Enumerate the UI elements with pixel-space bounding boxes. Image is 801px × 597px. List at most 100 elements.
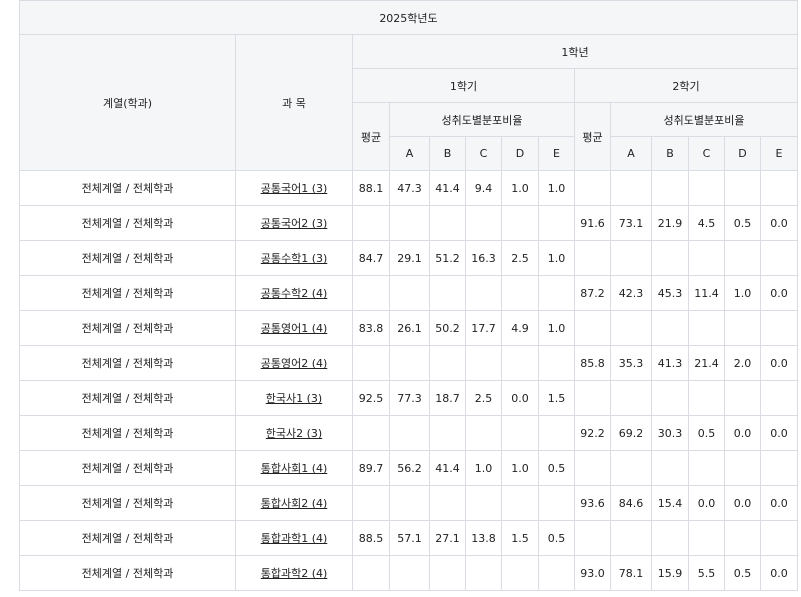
semester2-distribution-cell	[610, 170, 652, 206]
table-body: 전체계열 / 전체학과 공통국어1 (3) 88.1 47.3 41.4 9.4 1.0 1.…	[19, 170, 798, 591]
track-cell: 전체계열 / 전체학과	[19, 205, 236, 241]
semester1-distribution-cell: 50.2	[429, 310, 466, 346]
semester2-distribution-cell	[651, 170, 689, 206]
semester1-letter-header: B	[429, 136, 466, 171]
semester2-distribution-cell: 35.3	[610, 345, 652, 381]
semester2-distribution-cell: 15.9	[651, 555, 689, 591]
semester2-average-cell	[574, 450, 611, 486]
semester2-average-cell	[574, 310, 611, 346]
semester2-distribution-cell	[651, 240, 689, 276]
subject-link[interactable]: 한국사2 (3)	[266, 427, 322, 440]
track-cell: 전체계열 / 전체학과	[19, 345, 236, 381]
subject-link[interactable]: 공통국어1 (3)	[261, 182, 328, 195]
subject-cell: 통합사회2 (4)	[235, 485, 353, 521]
semester1-average-cell	[352, 205, 390, 241]
semester2-average-cell	[574, 240, 611, 276]
semester2-distribution-header: 성취도별분포비율	[610, 102, 798, 137]
semester2-distribution-cell: 15.4	[651, 485, 689, 521]
semester1-distribution-cell: 47.3	[389, 170, 430, 206]
subject-link[interactable]: 공통영어1 (4)	[261, 322, 328, 335]
semester1-distribution-cell: 4.9	[501, 310, 539, 346]
semester2-distribution-cell: 0.5	[724, 555, 761, 591]
subject-cell: 통합사회1 (4)	[235, 450, 353, 486]
table-row: 전체계열 / 전체학과 통합사회1 (4) 89.7 56.2 41.4 1.0 1.0 0.…	[19, 450, 798, 486]
semester1-distribution-cell: 41.4	[429, 170, 466, 206]
subject-link[interactable]: 공통국어2 (3)	[261, 217, 328, 230]
semester2-letter-header: B	[651, 136, 689, 171]
semester1-distribution-cell	[501, 415, 539, 451]
semester2-distribution-cell: 0.0	[760, 485, 798, 521]
semester1-distribution-cell	[389, 275, 430, 311]
semester2-distribution-cell	[610, 450, 652, 486]
subject-column-header: 과 목	[235, 34, 353, 171]
semester2-distribution-cell	[724, 520, 761, 556]
track-column-header: 계열(학과)	[19, 34, 236, 171]
semester1-distribution-cell: 77.3	[389, 380, 430, 416]
subject-link[interactable]: 한국사1 (3)	[266, 392, 322, 405]
subject-link[interactable]: 공통수학1 (3)	[261, 252, 328, 265]
track-cell: 전체계열 / 전체학과	[19, 310, 236, 346]
semester2-average-cell	[574, 380, 611, 416]
semester2-distribution-cell	[724, 240, 761, 276]
semester2-average-cell	[574, 520, 611, 556]
semester2-distribution-cell: 0.0	[760, 345, 798, 381]
semester1-distribution-cell	[538, 485, 575, 521]
table-row: 전체계열 / 전체학과 공통영어1 (4) 83.8 26.1 50.2 17.7 4.9 1…	[19, 310, 798, 346]
semester2-distribution-cell	[688, 520, 725, 556]
semester2-letter-header: C	[688, 136, 725, 171]
semester2-distribution-cell: 0.0	[760, 555, 798, 591]
table-row: 전체계열 / 전체학과 통합과학2 (4) 93.0 78.1 15.9 5.5 0.5 0.…	[19, 555, 798, 591]
semester2-average-header: 평균	[574, 102, 611, 171]
subject-cell: 공통국어1 (3)	[235, 170, 353, 206]
table-row: 전체계열 / 전체학과 공통수학2 (4) 87.2 42.3 45.3 11.4 1.0 0…	[19, 275, 798, 311]
semester1-distribution-cell: 1.0	[538, 310, 575, 346]
table-row: 전체계열 / 전체학과 한국사2 (3) 92.2 69.2 30.3 0.5 0.0 0.0	[19, 415, 798, 451]
semester2-distribution-cell	[651, 310, 689, 346]
semester2-distribution-cell: 11.4	[688, 275, 725, 311]
semester1-distribution-cell: 56.2	[389, 450, 430, 486]
semester2-distribution-cell: 45.3	[651, 275, 689, 311]
semester1-distribution-cell	[465, 345, 502, 381]
semester2-distribution-cell: 4.5	[688, 205, 725, 241]
subject-cell: 공통수학1 (3)	[235, 240, 353, 276]
semester1-distribution-cell	[429, 555, 466, 591]
subject-link[interactable]: 통합과학1 (4)	[261, 532, 328, 545]
semester2-distribution-cell	[724, 450, 761, 486]
table-row: 전체계열 / 전체학과 통합사회2 (4) 93.6 84.6 15.4 0.0 0.0 0.…	[19, 485, 798, 521]
semester1-average-cell	[352, 555, 390, 591]
semester1-average-cell	[352, 485, 390, 521]
track-cell: 전체계열 / 전체학과	[19, 450, 236, 486]
semester1-distribution-cell	[389, 555, 430, 591]
subject-cell: 공통수학2 (4)	[235, 275, 353, 311]
track-cell: 전체계열 / 전체학과	[19, 520, 236, 556]
semester2-distribution-cell: 73.1	[610, 205, 652, 241]
semester2-distribution-cell	[688, 310, 725, 346]
semester1-distribution-cell: 1.0	[538, 170, 575, 206]
semester2-distribution-cell: 42.3	[610, 275, 652, 311]
subject-link[interactable]: 공통영어2 (4)	[261, 357, 328, 370]
semester2-letter-header: A	[610, 136, 652, 171]
semester1-distribution-cell: 41.4	[429, 450, 466, 486]
semester1-distribution-cell	[429, 485, 466, 521]
semester1-distribution-cell	[538, 275, 575, 311]
table-row: 전체계열 / 전체학과 한국사1 (3) 92.5 77.3 18.7 2.5 0.0 1.5	[19, 380, 798, 416]
semester1-letter-header: E	[538, 136, 575, 171]
subject-link[interactable]: 통합사회1 (4)	[261, 462, 328, 475]
semester1-distribution-cell: 1.5	[501, 520, 539, 556]
semester1-average-cell: 92.5	[352, 380, 390, 416]
semester2-letter-header: D	[724, 136, 761, 171]
table-row: 전체계열 / 전체학과 공통영어2 (4) 85.8 35.3 41.3 21.4 2.0 0…	[19, 345, 798, 381]
year-header: 2025학년도	[19, 0, 798, 35]
semester1-distribution-cell	[429, 345, 466, 381]
subject-link[interactable]: 통합사회2 (4)	[261, 497, 328, 510]
semester1-distribution-cell: 29.1	[389, 240, 430, 276]
semester2-distribution-cell: 5.5	[688, 555, 725, 591]
track-cell: 전체계열 / 전체학과	[19, 240, 236, 276]
semester1-letter-header: D	[501, 136, 539, 171]
semester1-distribution-cell	[501, 485, 539, 521]
subject-link[interactable]: 공통수학2 (4)	[261, 287, 328, 300]
semester1-distribution-cell: 2.5	[501, 240, 539, 276]
semester2-distribution-cell: 21.9	[651, 205, 689, 241]
subject-link[interactable]: 통합과학2 (4)	[261, 567, 328, 580]
semester1-distribution-cell: 17.7	[465, 310, 502, 346]
